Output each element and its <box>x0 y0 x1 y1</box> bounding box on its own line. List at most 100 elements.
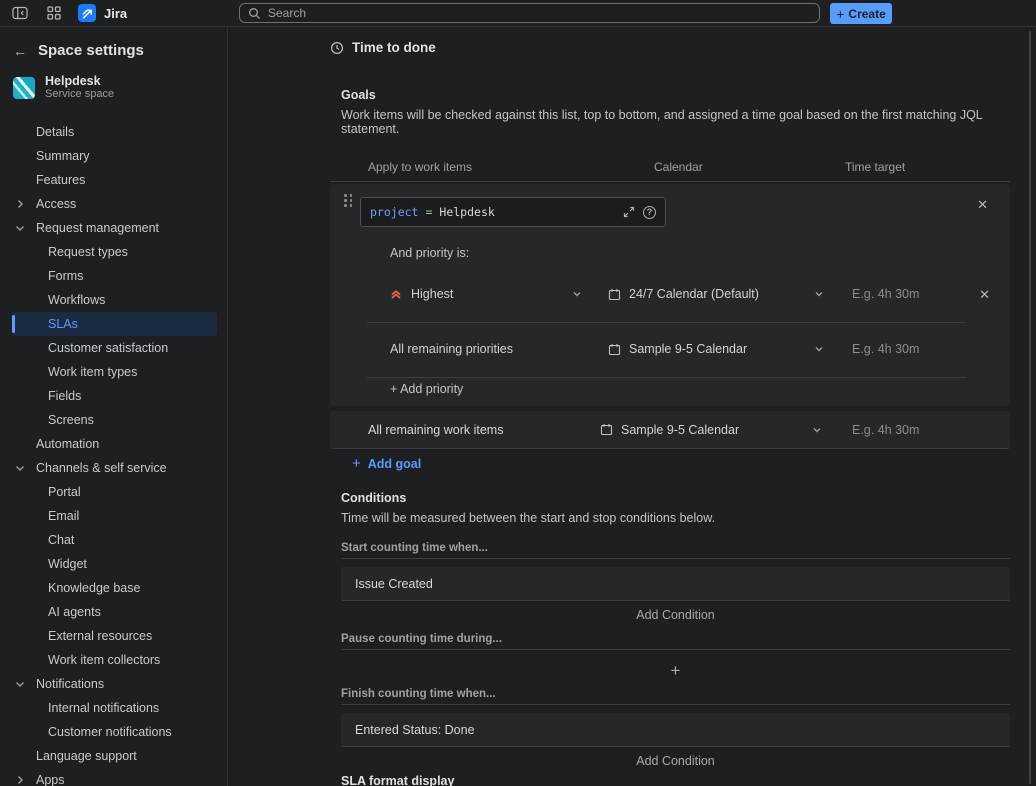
sidebar-item-label: AI agents <box>48 605 101 619</box>
chevron-down-icon <box>810 423 824 437</box>
chevron-down-icon <box>812 287 826 301</box>
priority-row: All remaining priorities Sample 9-5 Cale… <box>390 331 990 367</box>
vertical-scrollbar[interactable] <box>1029 31 1031 784</box>
and-priority-label: And priority is: <box>390 246 469 260</box>
sidebar-item-label: Email <box>48 509 79 523</box>
create-button[interactable]: + Create <box>830 3 892 24</box>
sidebar-item-label: Forms <box>48 269 83 283</box>
default-goal-row: All remaining work items Sample 9-5 Cale… <box>330 411 1010 449</box>
help-icon[interactable]: ? <box>643 206 656 219</box>
sidebar-item-forms[interactable]: Forms <box>12 264 217 288</box>
sidebar-item-access[interactable]: Access <box>12 192 217 216</box>
column-apply-to-work-items: Apply to work items <box>368 160 654 174</box>
add-condition-button[interactable]: Add Condition <box>341 754 1010 770</box>
sidebar-item-label: Language support <box>36 749 137 763</box>
sidebar-item-workflows[interactable]: Workflows <box>12 288 217 312</box>
calendar-icon <box>608 343 621 356</box>
pause-condition-label: Pause counting time during... <box>341 633 1010 650</box>
conditions-description: Time will be measured between the start … <box>341 511 1010 525</box>
sidebar-item-notifications[interactable]: Notifications <box>12 672 217 696</box>
back-arrow-icon[interactable]: ← <box>13 44 27 58</box>
sidebar-item-work-item-types[interactable]: Work item types <box>12 360 217 384</box>
add-condition-button[interactable]: Add Condition <box>341 608 1010 624</box>
sidebar-item-summary[interactable]: Summary <box>12 144 217 168</box>
sidebar-item-portal[interactable]: Portal <box>12 480 217 504</box>
jql-value-token: Helpdesk <box>439 205 494 219</box>
sidebar-item-label: Customer notifications <box>48 725 172 739</box>
sidebar-item-label: Features <box>36 173 85 187</box>
sidebar-item-screens[interactable]: Screens <box>12 408 217 432</box>
calendar-select[interactable]: Sample 9-5 Calendar <box>600 423 852 437</box>
time-target-input[interactable] <box>852 342 990 356</box>
chevron-down-icon <box>14 462 26 474</box>
start-condition-label: Start counting time when... <box>341 542 1010 559</box>
drag-handle-icon[interactable] <box>344 194 353 207</box>
sidebar-item-label: Fields <box>48 389 81 403</box>
expand-icon[interactable] <box>623 206 635 218</box>
add-priority-button[interactable]: + Add priority <box>390 382 463 396</box>
search-input[interactable] <box>239 3 820 23</box>
sidebar-item-slas[interactable]: SLAs <box>12 312 217 336</box>
sidebar-item-internal-notifications[interactable]: Internal notifications <box>12 696 217 720</box>
sidebar-title: Space settings <box>38 42 144 59</box>
sidebar-item-fields[interactable]: Fields <box>12 384 217 408</box>
sidebar-item-label: Access <box>36 197 76 211</box>
sidebar-item-ai-agents[interactable]: AI agents <box>12 600 217 624</box>
sidebar-item-label: Workflows <box>48 293 105 307</box>
sidebar-item-automation[interactable]: Automation <box>12 432 217 456</box>
sidebar-item-features[interactable]: Features <box>12 168 217 192</box>
sidebar-item-apps[interactable]: Apps <box>12 768 217 786</box>
calendar-select-value: 24/7 Calendar (Default) <box>629 287 759 301</box>
column-calendar: Calendar <box>654 160 845 174</box>
column-time-target: Time target <box>845 160 1010 174</box>
sidebar-item-widget[interactable]: Widget <box>12 552 217 576</box>
space-type: Service space <box>45 88 114 101</box>
time-target-input[interactable] <box>852 287 971 301</box>
add-goal-button[interactable]: + Add goal <box>352 456 421 471</box>
goals-table-header: Apply to work items Calendar Time target <box>330 160 1010 182</box>
sidebar-item-knowledge-base[interactable]: Knowledge base <box>12 576 217 600</box>
sidebar-item-request-management[interactable]: Request management <box>12 216 217 240</box>
goals-heading: Goals <box>341 88 1010 102</box>
sidebar-item-channels-self-service[interactable]: Channels & self service <box>12 456 217 480</box>
remaining-priorities-label: All remaining priorities <box>390 342 513 356</box>
calendar-icon <box>600 423 613 436</box>
calendar-select[interactable]: 24/7 Calendar (Default) <box>608 287 852 301</box>
jira-home-link[interactable]: Jira <box>78 4 127 22</box>
sidebar-item-label: SLAs <box>48 317 78 331</box>
remove-goal-button[interactable]: ✕ <box>977 198 988 211</box>
sidebar-item-work-item-collectors[interactable]: Work item collectors <box>12 648 217 672</box>
chevron-down-icon <box>812 342 826 356</box>
jql-operator-token: = <box>425 205 432 219</box>
finish-condition-label: Finish counting time when... <box>341 688 1010 705</box>
sidebar-item-label: Work item collectors <box>48 653 160 667</box>
sidebar-item-external-resources[interactable]: External resources <box>12 624 217 648</box>
calendar-select[interactable]: Sample 9-5 Calendar <box>608 342 852 356</box>
start-condition-row[interactable]: Issue Created <box>341 567 1010 601</box>
collapse-sidebar-icon[interactable] <box>10 3 30 23</box>
finish-condition-section: Finish counting time when... Entered Sta… <box>341 688 1010 770</box>
search-field[interactable] <box>268 6 811 20</box>
remove-priority-button[interactable]: ✕ <box>979 288 990 301</box>
sidebar-item-customer-notifications[interactable]: Customer notifications <box>12 720 217 744</box>
clock-icon <box>330 41 344 55</box>
sidebar-item-details[interactable]: Details <box>12 120 217 144</box>
pause-condition-section: Pause counting time during... + <box>341 633 1010 682</box>
finish-condition-row[interactable]: Entered Status: Done <box>341 713 1010 747</box>
jql-input[interactable]: project = Helpdesk ? <box>360 197 666 227</box>
top-bar: Jira + Create <box>0 0 1036 27</box>
plus-icon: + <box>352 456 361 471</box>
sidebar-item-customer-satisfaction[interactable]: Customer satisfaction <box>12 336 217 360</box>
time-target-input[interactable] <box>852 423 1010 437</box>
priority-select-value: Highest <box>411 287 453 301</box>
sidebar-item-label: Request management <box>36 221 159 235</box>
add-pause-condition-button[interactable]: + <box>341 660 1010 682</box>
sla-format-heading: SLA format display <box>341 774 1010 786</box>
sidebar-item-request-types[interactable]: Request types <box>12 240 217 264</box>
sidebar-item-email[interactable]: Email <box>12 504 217 528</box>
sidebar-item-language-support[interactable]: Language support <box>12 744 217 768</box>
sidebar-item-chat[interactable]: Chat <box>12 528 217 552</box>
plus-icon: + <box>836 7 844 21</box>
app-switcher-icon[interactable] <box>44 3 64 23</box>
priority-select[interactable]: Highest <box>390 287 608 301</box>
